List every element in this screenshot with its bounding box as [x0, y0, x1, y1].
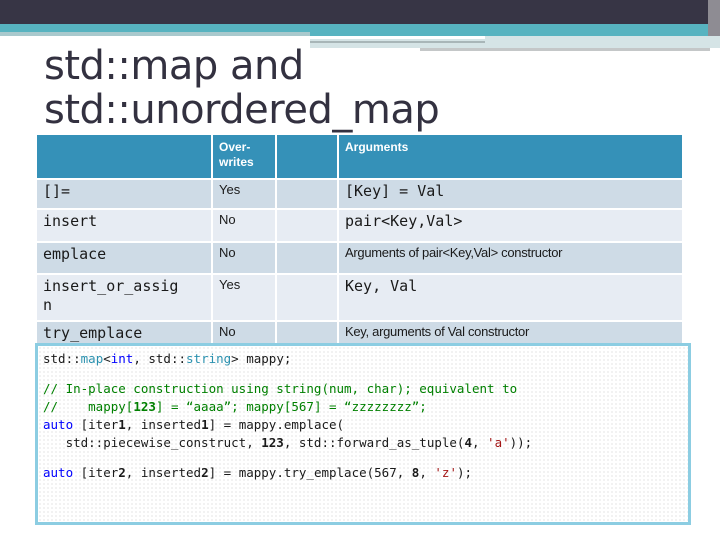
code-comment-line: // In-place construction using string(nu… — [43, 381, 518, 396]
slide-title-line1: std::map and — [44, 43, 304, 89]
code-line: std::map<int, std::string> mappy; — [43, 350, 688, 368]
code-token: [iter — [73, 465, 119, 480]
code-token: auto — [43, 465, 74, 480]
code-token: > mappy; — [231, 351, 292, 366]
method-cell: insert — [37, 209, 213, 243]
code-token: [iter — [73, 417, 119, 432]
slide-accent-stripe — [0, 32, 310, 36]
arguments-cell: Key, Val — [338, 274, 684, 322]
code-token: ] = “aaaa”; mappy[ — [155, 399, 292, 414]
empty-cell — [276, 179, 339, 210]
code-token: , std:: — [133, 351, 187, 366]
code-token: map — [80, 351, 104, 366]
code-token: 'z' — [434, 465, 457, 480]
code-token: 567 — [291, 399, 314, 414]
code-line: auto [iter1, inserted1] = mappy.emplace( — [43, 416, 688, 434]
slide-accent-stripe — [310, 41, 485, 43]
header-method — [37, 135, 213, 180]
code-token: ] = mappy.emplace( — [208, 417, 345, 432]
method-cell: insert_or_assig n — [37, 274, 213, 322]
method-cell: emplace — [37, 242, 213, 275]
code-token: 1 — [118, 417, 126, 432]
code-token: , inserted — [125, 417, 202, 432]
code-token: < — [103, 351, 111, 366]
header-overwrites-line2: writes — [219, 155, 254, 169]
header-empty — [276, 135, 339, 180]
slide-title: std::map and std::unordered_map — [44, 43, 440, 133]
arguments-cell: Arguments of pair<Key,Val> constructor — [338, 242, 684, 275]
code-token: , — [471, 435, 488, 450]
method-cell: []= — [37, 179, 213, 210]
table-row: insert_or_assig n Yes Key, Val — [37, 274, 684, 322]
code-token: ] = mappy.try_emplace(567, — [208, 465, 412, 480]
table-row: insert No pair<Key,Val> — [37, 209, 684, 243]
code-line: auto [iter2, inserted2] = mappy.try_empl… — [43, 464, 688, 482]
empty-cell — [276, 274, 339, 322]
code-token: 2 — [118, 465, 126, 480]
code-line: std::piecewise_construct, 123, std::forw… — [43, 434, 688, 452]
code-token: ); — [456, 465, 473, 480]
code-token: 123 — [133, 399, 156, 414]
overwrites-cell: Yes — [212, 274, 277, 322]
header-arguments: Arguments — [338, 135, 684, 180]
slide-accent-stripe — [310, 36, 485, 39]
code-token: string — [186, 351, 232, 366]
slide-edge — [708, 0, 720, 36]
arguments-cell: pair<Key,Val> — [338, 209, 684, 243]
slide-accent-stripe — [420, 48, 710, 51]
code-token: std:: — [43, 351, 81, 366]
code-token: std::piecewise_construct, — [43, 435, 262, 450]
empty-cell — [276, 209, 339, 243]
code-token: // mappy[ — [43, 399, 134, 414]
comparison-table: Over-writes Arguments []= Yes [Key] = Va… — [37, 135, 684, 358]
code-token: 1 — [201, 417, 209, 432]
overwrites-cell: Yes — [212, 179, 277, 210]
code-token: )); — [509, 435, 533, 450]
code-token: 2 — [201, 465, 209, 480]
code-snippet-box: std::map<int, std::string> mappy; // In-… — [35, 343, 691, 525]
code-token: 'a' — [487, 435, 510, 450]
code-comment-line: // mappy[123] = “aaaa”; mappy[567] = “zz… — [43, 398, 688, 416]
table-row: emplace No Arguments of pair<Key,Val> co… — [37, 242, 684, 275]
slide-top-bar — [0, 0, 720, 24]
table-row: []= Yes [Key] = Val — [37, 179, 684, 210]
overwrites-cell: No — [212, 209, 277, 243]
header-overwrites: Over-writes — [212, 135, 277, 180]
code-token: , inserted — [125, 465, 202, 480]
arguments-cell: [Key] = Val — [338, 179, 684, 210]
header-overwrites-line1: Over- — [219, 140, 251, 154]
code-token: auto — [43, 417, 74, 432]
table-header-row: Over-writes Arguments — [37, 135, 684, 180]
code-token: , — [419, 465, 435, 480]
code-token: 123 — [261, 435, 284, 450]
code-token: ] = “zzzzzzzz”; — [313, 399, 427, 414]
code-token: int — [110, 351, 134, 366]
overwrites-cell: No — [212, 242, 277, 275]
code-token: , std::forward_as_tuple( — [283, 435, 465, 450]
slide-title-line2: std::unordered_map — [44, 87, 440, 133]
empty-cell — [276, 242, 339, 275]
code-token: 4 — [464, 435, 472, 450]
